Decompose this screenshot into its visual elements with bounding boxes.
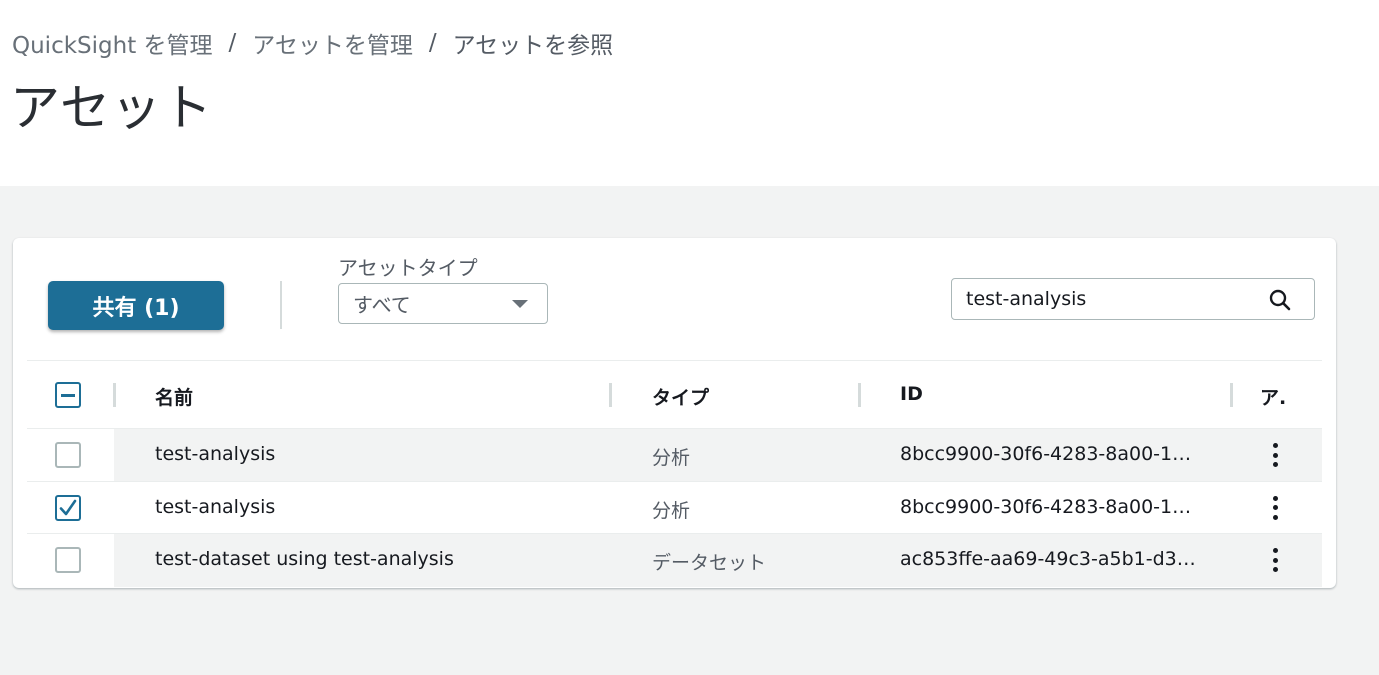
assets-panel: 共有 (1) アセットタイプ すべて 名前 タイプ ID xyxy=(13,238,1336,588)
asset-type-select[interactable]: すべて xyxy=(338,283,548,324)
asset-type: 分析 xyxy=(652,499,691,522)
more-vertical-icon[interactable] xyxy=(1263,494,1287,522)
table-row[interactable]: test-dataset using test-analysis データセット … xyxy=(27,534,1322,587)
asset-name: test-analysis xyxy=(155,495,276,518)
share-button[interactable]: 共有 (1) xyxy=(48,281,224,330)
asset-id: 8bcc9900-30f6-4283-8a00-1… xyxy=(900,443,1192,465)
more-vertical-icon[interactable] xyxy=(1263,546,1287,574)
select-all-checkbox[interactable] xyxy=(55,382,81,408)
column-resizer[interactable] xyxy=(609,383,612,407)
more-vertical-icon[interactable] xyxy=(1263,441,1287,469)
table-row[interactable]: test-analysis 分析 8bcc9900-30f6-4283-8a00… xyxy=(27,429,1322,482)
breadcrumb-manage-quicksight[interactable]: QuickSight を管理 xyxy=(12,26,213,60)
asset-id: 8bcc9900-30f6-4283-8a00-1… xyxy=(900,495,1192,518)
content-area: 共有 (1) アセットタイプ すべて 名前 タイプ ID xyxy=(0,186,1379,675)
asset-type-selected-value: すべて xyxy=(353,293,411,317)
search-box[interactable] xyxy=(951,278,1315,320)
row-checkbox[interactable] xyxy=(55,494,81,521)
page-title: アセット xyxy=(10,79,213,137)
breadcrumb-browse-assets: アセットを参照 xyxy=(452,33,614,59)
column-resizer[interactable] xyxy=(1230,383,1233,407)
column-resizer[interactable] xyxy=(858,383,861,407)
column-header-actions[interactable]: ア. xyxy=(1260,383,1286,410)
table-header: 名前 タイプ ID ア. xyxy=(27,360,1322,429)
page-header: QuickSight を管理 / アセットを管理 / アセットを参照 アセット xyxy=(0,0,1379,186)
asset-id: ac853ffe-aa69-49c3-a5b1-d3… xyxy=(900,548,1196,570)
asset-type-label: アセットタイプ xyxy=(338,256,478,280)
column-header-type[interactable]: タイプ xyxy=(652,383,709,410)
search-icon[interactable] xyxy=(1268,288,1292,312)
check-icon xyxy=(59,499,77,515)
caret-down-icon xyxy=(512,300,528,308)
row-checkbox[interactable] xyxy=(55,442,81,468)
toolbar-divider xyxy=(280,281,282,329)
breadcrumb: QuickSight を管理 / アセットを管理 / アセットを参照 xyxy=(12,26,613,60)
column-header-name[interactable]: 名前 xyxy=(155,383,193,410)
asset-name: test-analysis xyxy=(155,443,276,465)
breadcrumb-separator: / xyxy=(228,30,237,56)
column-header-id[interactable]: ID xyxy=(900,383,923,405)
breadcrumb-separator: / xyxy=(428,30,437,56)
table-row[interactable]: test-analysis 分析 8bcc9900-30f6-4283-8a00… xyxy=(27,481,1322,534)
breadcrumb-manage-assets[interactable]: アセットを管理 xyxy=(252,26,413,60)
row-checkbox[interactable] xyxy=(55,547,81,573)
asset-type: 分析 xyxy=(652,447,691,469)
assets-table: 名前 タイプ ID ア. test-analysis 分析 8bcc9900-3… xyxy=(27,360,1322,587)
asset-type: データセット xyxy=(652,552,767,574)
column-resizer[interactable] xyxy=(113,383,116,407)
search-input[interactable] xyxy=(966,288,1246,310)
asset-name: test-dataset using test-analysis xyxy=(155,548,454,570)
